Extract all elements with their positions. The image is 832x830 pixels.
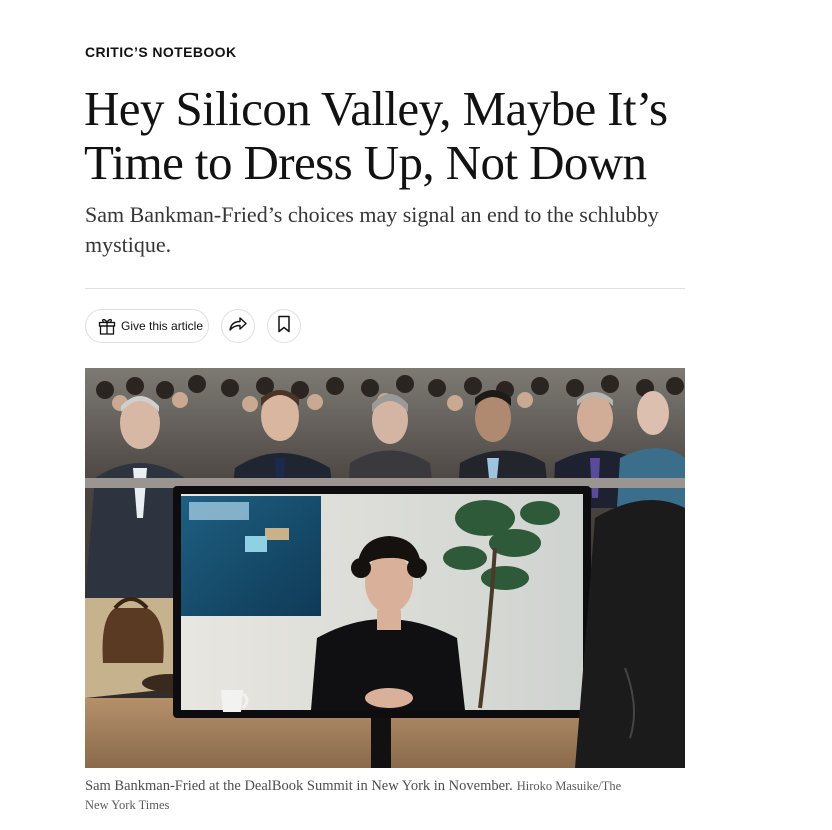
- article-summary: Sam Bankman-Fried’s choices may signal a…: [85, 202, 659, 257]
- give-article-label: Give this article: [121, 319, 204, 333]
- article-headline: Hey Silicon Valley, Maybe It’s Time to D…: [84, 81, 668, 190]
- save-button[interactable]: [267, 309, 301, 343]
- article-kicker: CRITIC’S NOTEBOOK: [85, 44, 237, 60]
- share-button[interactable]: [221, 309, 255, 343]
- give-article-button[interactable]: Give this article: [85, 309, 209, 343]
- photo-caption: Sam Bankman-Fried at the DealBook Summit…: [85, 777, 645, 815]
- article-photo: [85, 368, 685, 768]
- divider: [85, 288, 685, 289]
- photo-caption-text: Sam Bankman-Fried at the DealBook Summit…: [85, 778, 513, 794]
- bookmark-icon: [277, 315, 291, 338]
- share-icon: [228, 315, 248, 338]
- gift-icon: [96, 315, 118, 337]
